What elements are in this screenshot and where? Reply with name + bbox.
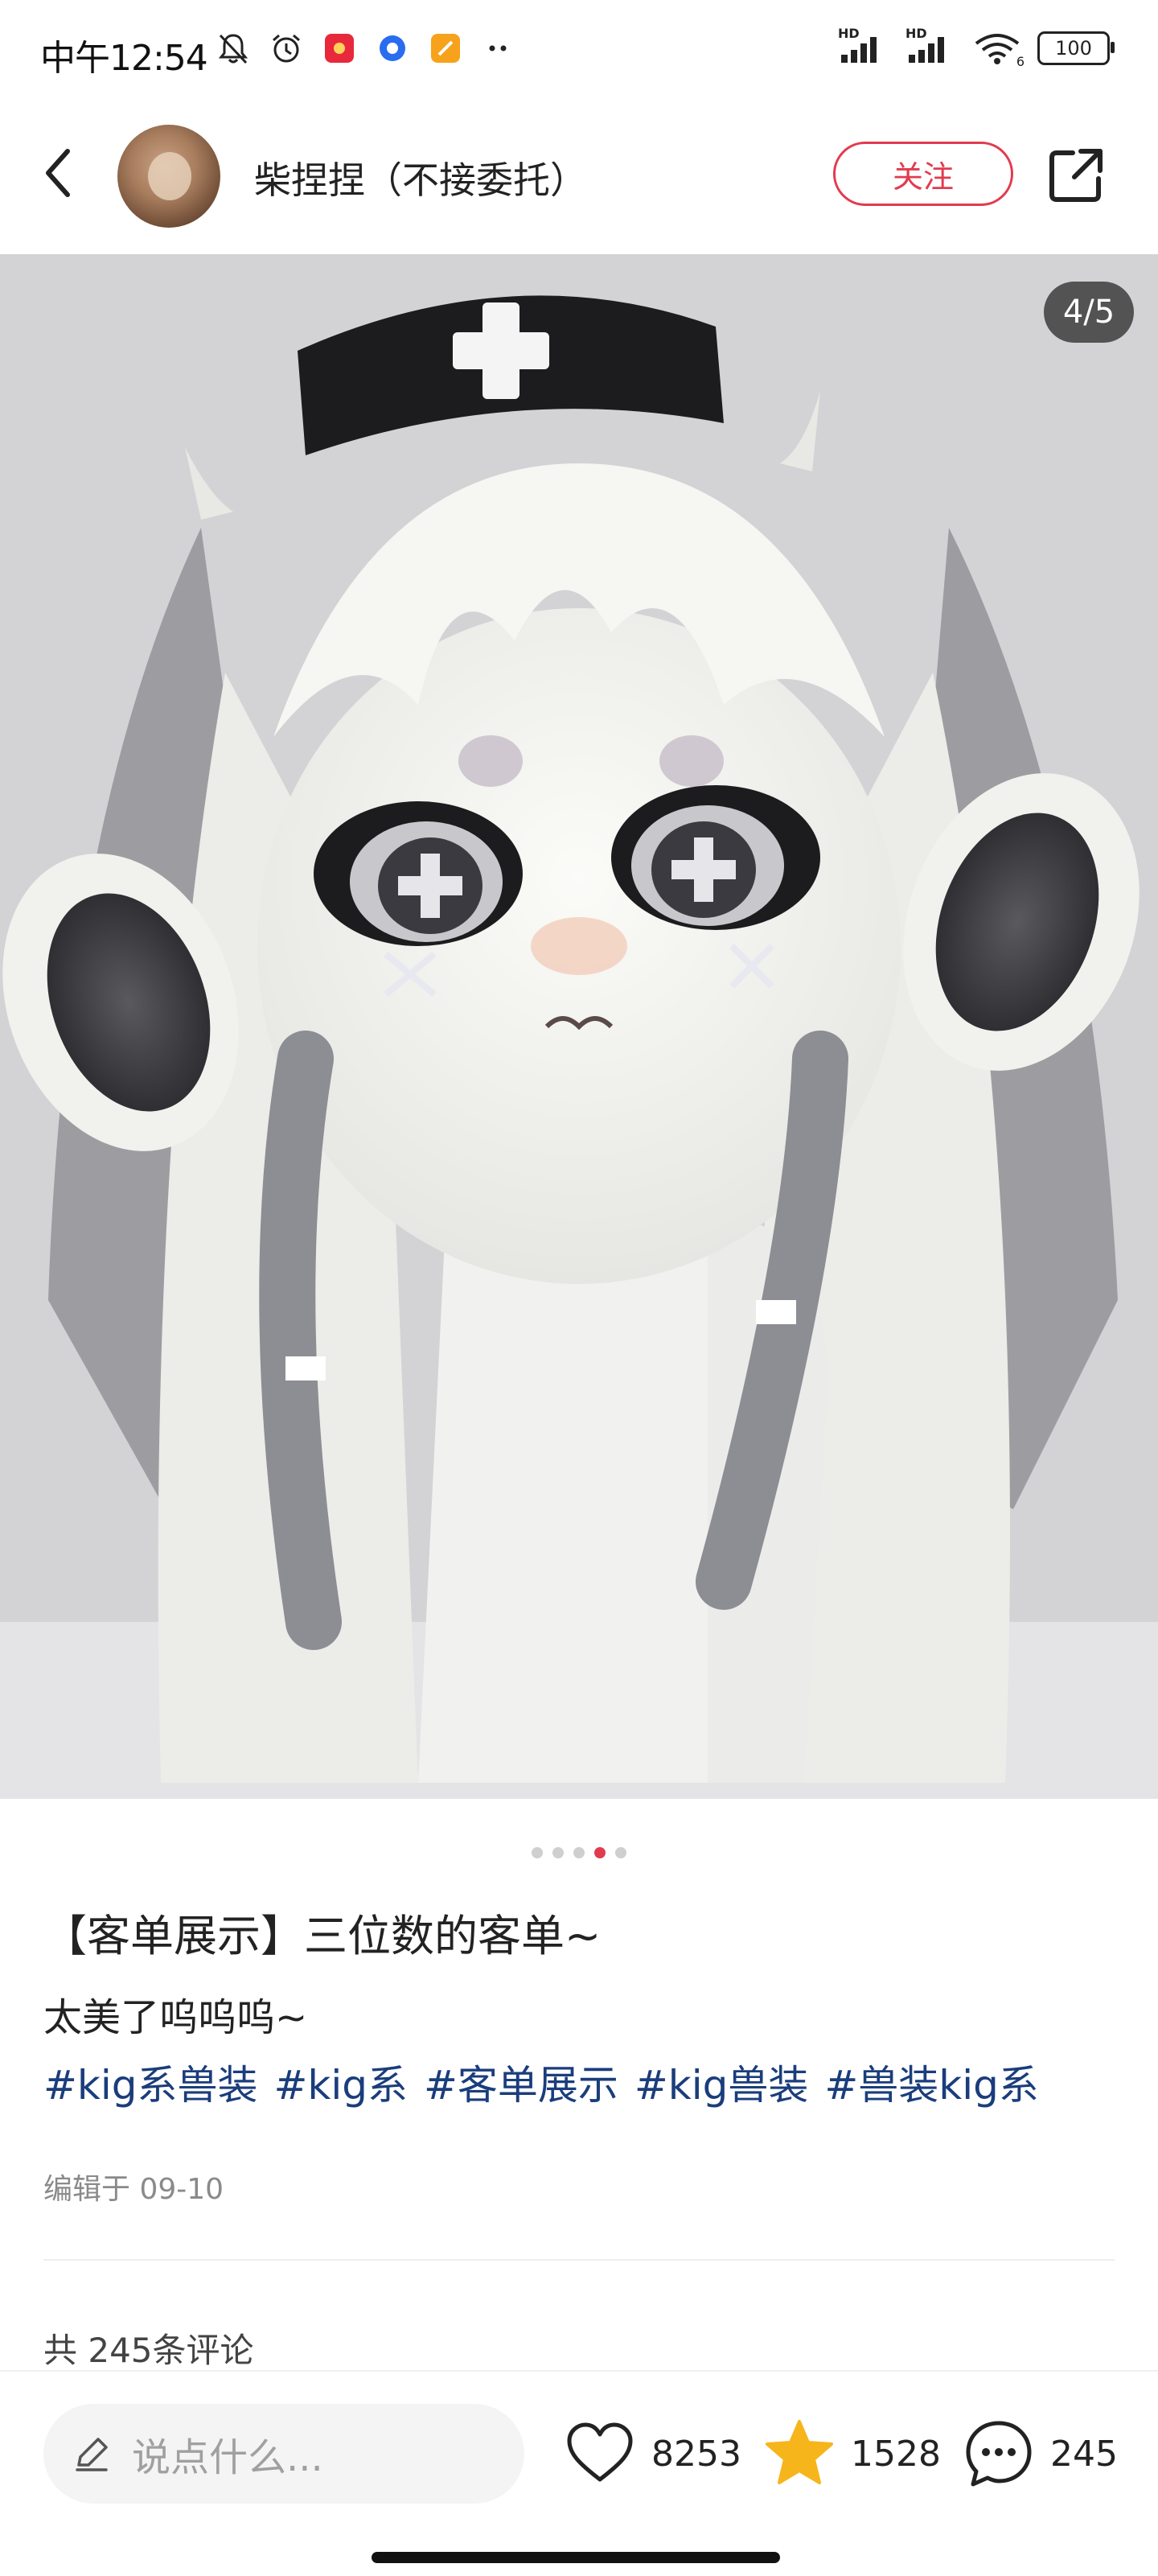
blue-app-icon bbox=[375, 31, 410, 66]
mute-bell-icon bbox=[216, 31, 251, 66]
network-label: HD bbox=[905, 26, 927, 41]
page-dot[interactable] bbox=[532, 1847, 543, 1858]
like-button[interactable]: 8253 bbox=[563, 2413, 741, 2494]
comments-summary: 共 245条评论 bbox=[43, 2331, 254, 2370]
status-notification-icons bbox=[216, 31, 516, 66]
signal-icon: HD bbox=[905, 26, 957, 66]
wifi-badge: 6 bbox=[1016, 54, 1025, 69]
post-photo[interactable]: 4/5 bbox=[0, 254, 1158, 1799]
post-tags: #kig系兽装 #kig系 #客单展示 #kig兽装 #兽装kig系 bbox=[43, 2053, 1039, 2111]
status-system-icons: HD HD 6 100 bbox=[838, 26, 1115, 69]
tag-link[interactable]: #kig兽装 bbox=[634, 2053, 808, 2111]
comment-placeholder: 说点什么... bbox=[132, 2435, 323, 2480]
post-title: 【客单展示】三位数的客单~ bbox=[43, 1911, 602, 1961]
page-dot[interactable] bbox=[573, 1847, 585, 1858]
follow-button[interactable]: 关注 bbox=[833, 142, 1013, 206]
home-indicator[interactable] bbox=[372, 2552, 780, 2563]
star-icon bbox=[766, 2420, 833, 2484]
comment-count: 245 bbox=[1050, 2433, 1118, 2475]
more-dots-icon bbox=[481, 31, 516, 66]
comment-input[interactable]: 说点什么... bbox=[43, 2404, 524, 2504]
share-icon bbox=[1049, 149, 1103, 202]
photo-counter: 4/5 bbox=[1044, 282, 1134, 343]
comment-bubble-icon bbox=[966, 2421, 1032, 2487]
tag-link[interactable]: #兽装kig系 bbox=[824, 2053, 1038, 2111]
share-button[interactable] bbox=[1045, 145, 1107, 206]
status-time: 中午12:54 bbox=[40, 38, 208, 79]
back-button[interactable] bbox=[35, 145, 84, 201]
post-description: 太美了呜呜呜~ bbox=[43, 1995, 308, 2040]
post-header: 柴捏捏（不接委托） 关注 bbox=[0, 121, 1158, 228]
tag-link[interactable]: #客单展示 bbox=[424, 2053, 618, 2111]
author-name[interactable]: 柴捏捏（不接委托） bbox=[254, 151, 587, 204]
status-bar: 中午12:54 HD HD 6 100 bbox=[0, 0, 1158, 105]
heart-icon bbox=[567, 2422, 633, 2482]
signal-icon: HD bbox=[838, 26, 889, 66]
alarm-icon bbox=[269, 31, 304, 66]
tag-link[interactable]: #kig系兽装 bbox=[43, 2053, 257, 2111]
collect-count: 1528 bbox=[851, 2433, 941, 2475]
network-label: HD bbox=[838, 26, 860, 41]
photo-pagination bbox=[0, 1847, 1158, 1858]
page-dot[interactable] bbox=[552, 1847, 564, 1858]
divider bbox=[43, 2259, 1115, 2261]
tag-link[interactable]: #kig系 bbox=[273, 2053, 407, 2111]
fursuit-head-illustration bbox=[0, 254, 1158, 1799]
page-dot-active[interactable] bbox=[594, 1847, 606, 1858]
like-count: 8253 bbox=[651, 2433, 741, 2475]
back-arrow-icon bbox=[46, 149, 70, 197]
battery-indicator: 100 bbox=[1037, 31, 1115, 65]
wifi-icon: 6 bbox=[973, 31, 1025, 69]
avatar-highlight bbox=[148, 152, 191, 200]
collect-button[interactable]: 1528 bbox=[762, 2413, 941, 2494]
pencil-icon bbox=[76, 2438, 108, 2471]
orange-app-icon bbox=[428, 31, 463, 66]
red-app-icon bbox=[322, 31, 357, 66]
comment-button[interactable]: 245 bbox=[962, 2413, 1118, 2494]
edit-timestamp: 编辑于 09-10 bbox=[43, 2173, 224, 2206]
author-avatar[interactable] bbox=[117, 125, 220, 228]
bottom-action-bar: 说点什么... 8253 1528 245 bbox=[0, 2370, 1158, 2576]
page-dot[interactable] bbox=[615, 1847, 626, 1858]
